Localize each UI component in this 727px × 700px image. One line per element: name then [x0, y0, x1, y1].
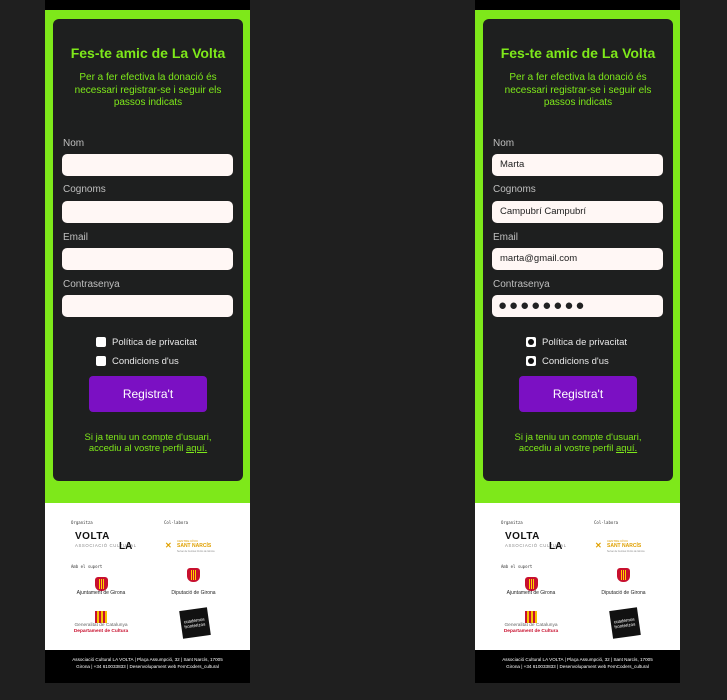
- generalitat-flag-icon: [95, 611, 107, 623]
- sant-narcis-sub: Servei de Centres Cívics de Girona: [607, 550, 645, 553]
- volta-logo: VOLTA: [505, 531, 540, 542]
- login-prompt: Si ja teniu un compte d'usuari, accediu …: [73, 432, 223, 454]
- register-button[interactable]: Registra't: [519, 376, 637, 412]
- sant-narcis-sub: Servei de Centres Cívics de Girona: [177, 550, 215, 553]
- email-label: Email: [63, 232, 89, 243]
- footer: Associació Cultural LA VOLTA | Plaça Ass…: [45, 657, 250, 670]
- email-input[interactable]: [62, 248, 233, 270]
- terms-checkbox[interactable]: [526, 356, 536, 366]
- register-button[interactable]: Registra't: [89, 376, 207, 412]
- volta-logo: VOLTA: [75, 531, 110, 542]
- footer: Associació Cultural LA VOLTA | Plaça Ass…: [475, 657, 680, 670]
- login-link[interactable]: aquí.: [186, 443, 207, 454]
- nom-input[interactable]: Marta: [492, 154, 663, 176]
- nom-input[interactable]: [62, 154, 233, 176]
- page-title: Fes-te amic de La Volta: [500, 45, 656, 61]
- sant-narcis-logo: ✕ CENTRE CÍVIC SANT NARCÍS Servei de Cen…: [593, 539, 655, 553]
- cuadernos-logo: cuadernos fronterizos: [179, 607, 211, 639]
- cognoms-label: Cognoms: [63, 184, 106, 195]
- phone-filled-form: Fes-te amic de La Volta Per a fer efecti…: [475, 0, 680, 683]
- register-card: Fes-te amic de La Volta Per a fer efecti…: [483, 19, 673, 481]
- ajuntament-seal-icon: [525, 577, 538, 591]
- sponsors-panel: Organitza Col·labora VOLTA ASSOCIACIÓ CU…: [45, 503, 250, 650]
- sant-narcis-name: SANT NARCÍS: [607, 543, 642, 549]
- page-subtitle: Per a fer efectiva la donació és necessa…: [504, 72, 652, 108]
- cuadernos-text: cuadernos fronterizos: [613, 616, 636, 630]
- departament-label: Departament de Cultura: [73, 629, 129, 634]
- page-title: Fes-te amic de La Volta: [70, 45, 226, 61]
- page-subtitle: Per a fer efectiva la donació és necessa…: [74, 72, 222, 108]
- ajuntament-label: Ajuntament de Girona: [76, 590, 126, 596]
- privacy-label: Política de privacitat: [542, 337, 628, 348]
- diputacio-seal-icon: [187, 568, 200, 582]
- col-labora-label: Col·labora: [594, 520, 619, 525]
- login-prompt: Si ja teniu un compte d'usuari, accediu …: [503, 432, 653, 454]
- footer-line1: Associació Cultural LA VOLTA | Plaça Ass…: [502, 657, 653, 662]
- ajuntament-seal-icon: [95, 577, 108, 591]
- green-frame: Fes-te amic de La Volta Per a fer efecti…: [475, 10, 680, 503]
- password-input[interactable]: [62, 295, 233, 317]
- sant-narcis-logo: ✕ CENTRE CÍVIC SANT NARCÍS Servei de Cen…: [163, 539, 225, 553]
- privacy-label: Política de privacitat: [112, 337, 198, 348]
- organitza-label: Organitza: [71, 520, 93, 525]
- diputacio-label: Diputació de Girona: [601, 590, 646, 596]
- footer-line1: Associació Cultural LA VOLTA | Plaça Ass…: [72, 657, 223, 662]
- terms-label: Condicions d'us: [112, 356, 179, 367]
- cognoms-label: Cognoms: [493, 184, 536, 195]
- ajuntament-label: Ajuntament de Girona: [506, 590, 556, 596]
- departament-label: Departament de Cultura: [503, 629, 559, 634]
- phone-empty-form: Fes-te amic de La Volta Per a fer efecti…: [45, 0, 250, 683]
- privacy-checkbox[interactable]: [526, 337, 536, 347]
- cognoms-input[interactable]: Campubrí Campubrí: [492, 201, 663, 223]
- amb-suport-label: Amb el suport: [501, 564, 533, 569]
- cognoms-input[interactable]: [62, 201, 233, 223]
- nom-label: Nom: [63, 138, 85, 149]
- sant-narcis-icon: ✕: [595, 541, 602, 550]
- green-frame: Fes-te amic de La Volta Per a fer efecti…: [45, 10, 250, 503]
- amb-suport-label: Amb el suport: [71, 564, 103, 569]
- diputacio-label: Diputació de Girona: [171, 590, 216, 596]
- password-label: Contrasenya: [63, 279, 120, 290]
- email-label: Email: [493, 232, 519, 243]
- password-label: Contrasenya: [493, 279, 550, 290]
- generalitat-flag-icon: [525, 611, 537, 623]
- col-labora-label: Col·labora: [164, 520, 189, 525]
- footer-line2: Girona | +34 610033833 | Desenvolupament…: [506, 663, 649, 669]
- cuadernos-text: cuadernos fronterizos: [183, 616, 206, 630]
- diputacio-seal-icon: [617, 568, 630, 582]
- footer-line2: Girona | +34 610033833 | Desenvolupament…: [76, 663, 219, 669]
- sant-narcis-icon: ✕: [165, 541, 172, 550]
- terms-checkbox[interactable]: [96, 356, 106, 366]
- nom-label: Nom: [493, 138, 515, 149]
- sponsors-panel: Organitza Col·labora VOLTA ASSOCIACIÓ CU…: [475, 503, 680, 650]
- cuadernos-logo: cuadernos fronterizos: [609, 607, 641, 639]
- privacy-checkbox[interactable]: [96, 337, 106, 347]
- email-input[interactable]: marta@gmail.com: [492, 248, 663, 270]
- register-card: Fes-te amic de La Volta Per a fer efecti…: [53, 19, 243, 481]
- volta-la: LA: [119, 541, 133, 552]
- login-link[interactable]: aquí.: [616, 443, 637, 454]
- volta-la: LA: [549, 541, 563, 552]
- terms-label: Condicions d'us: [542, 356, 609, 367]
- organitza-label: Organitza: [501, 520, 523, 525]
- sant-narcis-name: SANT NARCÍS: [177, 543, 212, 549]
- password-input[interactable]: ●●●●●●●●: [492, 295, 663, 317]
